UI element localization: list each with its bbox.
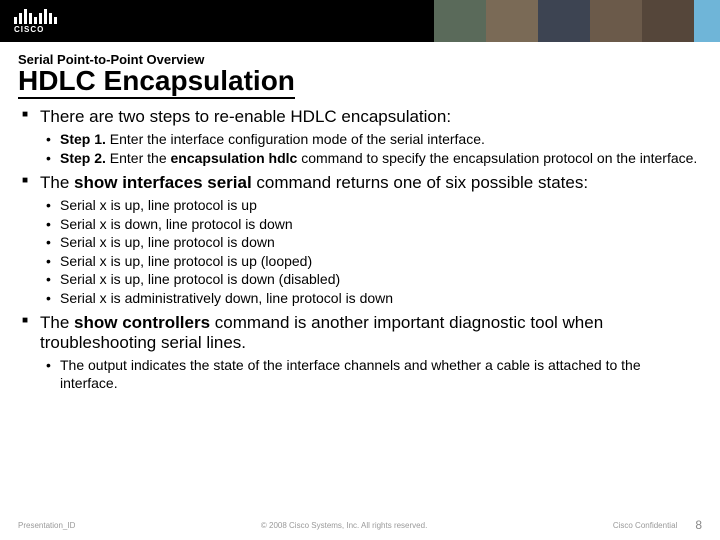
page-number: 8 [695, 518, 702, 532]
bullet-2: The show interfaces serial command retur… [18, 173, 702, 307]
states-list: Serial x is up, line protocol is up Seri… [40, 197, 702, 307]
confidential-label: Cisco Confidential [613, 521, 677, 530]
header-accent [694, 0, 720, 42]
step-2-text-b: command to specify the encapsulation pro… [297, 150, 697, 166]
step-1: Step 1. Enter the interface configuratio… [40, 131, 702, 149]
state-item: Serial x is down, line protocol is down [40, 216, 702, 234]
bullet-1-sublist: Step 1. Enter the interface configuratio… [40, 131, 702, 167]
state-item: Serial x is up, line protocol is up (loo… [40, 253, 702, 271]
state-item: Serial x is up, line protocol is down (d… [40, 271, 702, 289]
slide-title: HDLC Encapsulation [18, 65, 295, 99]
bullet-3-command: show controllers [74, 313, 210, 332]
content-area: Serial Point-to-Point Overview HDLC Enca… [0, 42, 720, 392]
bullet-1-text: There are two steps to re-enable HDLC en… [40, 107, 702, 127]
step-1-text: Enter the interface configuration mode o… [106, 131, 485, 147]
footer: Presentation_ID © 2008 Cisco Systems, In… [0, 518, 720, 532]
header-photo-strip [434, 0, 694, 42]
step-2-command: encapsulation hdlc [171, 150, 298, 166]
bullet-2-text: The show interfaces serial command retur… [40, 173, 702, 193]
copyright: © 2008 Cisco Systems, Inc. All rights re… [75, 521, 612, 530]
step-2-label: Step 2. [60, 150, 106, 166]
bullet-3: The show controllers command is another … [18, 313, 702, 392]
step-1-label: Step 1. [60, 131, 106, 147]
logo-bars-icon [14, 6, 57, 24]
bullet-3-text: The show controllers command is another … [40, 313, 702, 353]
state-item: Serial x is administratively down, line … [40, 290, 702, 308]
presentation-id: Presentation_ID [18, 521, 75, 530]
step-2: Step 2. Enter the encapsulation hdlc com… [40, 150, 702, 168]
bullet-3-sublist: The output indicates the state of the in… [40, 357, 702, 392]
bullet-list: There are two steps to re-enable HDLC en… [18, 107, 702, 392]
bullet-3-sub: The output indicates the state of the in… [40, 357, 702, 392]
cisco-logo: CISCO [14, 6, 57, 34]
bullet-2-command: show interfaces serial [74, 173, 252, 192]
bullet-1: There are two steps to re-enable HDLC en… [18, 107, 702, 167]
state-item: Serial x is up, line protocol is down [40, 234, 702, 252]
slide: CISCO Serial Point-to-Point Overview HDL… [0, 0, 720, 540]
state-item: Serial x is up, line protocol is up [40, 197, 702, 215]
step-2-text-a: Enter the [106, 150, 171, 166]
logo-text: CISCO [14, 25, 57, 34]
header-bar: CISCO [0, 0, 720, 42]
